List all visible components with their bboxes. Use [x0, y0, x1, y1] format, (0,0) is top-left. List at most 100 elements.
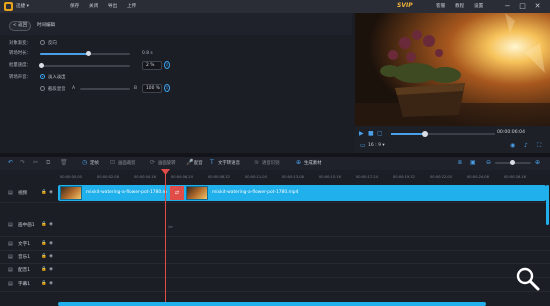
- menu-export[interactable]: 导出: [108, 3, 117, 9]
- zoom-in-icon[interactable]: ⊕: [535, 159, 540, 166]
- toolbar-speech-recognition[interactable]: 语音识别: [262, 160, 280, 166]
- brand-menu[interactable]: 迅捷 ▾: [16, 3, 29, 9]
- snap-icon[interactable]: ⧈: [458, 159, 462, 167]
- svip-badge[interactable]: SVIP: [397, 2, 413, 9]
- lock-icon[interactable]: 🔒: [41, 222, 47, 227]
- mic-icon[interactable]: 🎤: [186, 159, 193, 166]
- speed-slider[interactable]: [40, 65, 130, 67]
- clip-thumbnail[interactable]: [60, 186, 82, 200]
- stop-icon[interactable]: ■: [368, 130, 374, 137]
- playhead[interactable]: [165, 170, 166, 306]
- toolbar-tts[interactable]: 文字转语音: [218, 160, 240, 166]
- track-divider: [0, 236, 550, 237]
- volume-icon[interactable]: ♪: [524, 142, 528, 149]
- toolbar-voiceover[interactable]: 配音: [194, 160, 203, 166]
- lock-icon[interactable]: 🔒: [41, 254, 47, 259]
- track-divider: [0, 263, 550, 264]
- monitor-icon[interactable]: ▭: [360, 142, 366, 149]
- app-logo-icon: [4, 2, 13, 11]
- crossfade-stepper-icon[interactable]: ⇕: [164, 84, 170, 92]
- menu-close[interactable]: 关闭: [89, 3, 98, 9]
- lock-icon[interactable]: 🔒: [41, 241, 47, 246]
- back-button[interactable]: < 返回: [9, 21, 31, 31]
- preview-frame: [355, 13, 550, 126]
- subtitle-track-icon: ▤: [8, 281, 13, 287]
- speed-stepper-icon[interactable]: ⇕: [164, 61, 170, 69]
- vertical-scrollbar[interactable]: [546, 185, 549, 225]
- fit-icon[interactable]: ▣: [470, 159, 476, 166]
- toolbar-freeze[interactable]: 定帧: [90, 160, 99, 166]
- crossfade-option-label: 截段混音: [48, 87, 66, 92]
- copy-icon[interactable]: ⧉: [46, 159, 50, 167]
- ruler-tick-label: 00:00:02.08: [97, 175, 119, 179]
- eye-icon[interactable]: ◉: [49, 190, 53, 195]
- delete-icon[interactable]: 🗑: [60, 159, 68, 166]
- ruler-tick-label: 00:00:08.32: [208, 175, 230, 179]
- ruler-tick-label: 00:00:24.08: [467, 175, 489, 179]
- freeze-icon[interactable]: ◷: [82, 159, 87, 166]
- menu-service[interactable]: 客服: [436, 3, 445, 9]
- menu-tutorial[interactable]: 教程: [455, 3, 464, 9]
- rotate-icon[interactable]: ⟳: [150, 159, 155, 166]
- zoom-out-icon[interactable]: ⊖: [486, 159, 491, 166]
- ruler-tick-label: 00:00:26.16: [504, 175, 526, 179]
- music-track-icon: ▤: [8, 253, 13, 260]
- menu-settings[interactable]: 设置: [474, 3, 483, 9]
- track-name: 配音1: [18, 268, 31, 273]
- lock-icon[interactable]: 🔒: [41, 281, 47, 286]
- track-name: 画中画1: [18, 223, 35, 228]
- eye-icon[interactable]: ◉: [49, 267, 53, 272]
- horizontal-scrollbar[interactable]: [58, 302, 486, 306]
- tts-icon[interactable]: T: [210, 159, 214, 166]
- clip-thumbnail[interactable]: [186, 186, 208, 200]
- redo-icon[interactable]: ↷: [20, 159, 25, 166]
- magnifier-icon[interactable]: [514, 265, 542, 293]
- crossfade-radio[interactable]: [40, 86, 45, 91]
- ruler-tick-label: 00:00:11.00: [245, 175, 267, 179]
- fade-radio[interactable]: [40, 74, 45, 79]
- eye-icon[interactable]: ◉: [49, 281, 53, 286]
- eye-icon[interactable]: ◉: [49, 222, 53, 227]
- clip-label[interactable]: mixkit-watering-a-flower-pot-1780.m: [86, 190, 167, 195]
- reverse-option-label: 反向: [48, 41, 57, 46]
- fullscreen-icon[interactable]: ⛶: [537, 142, 541, 150]
- crop-icon[interactable]: ⊡: [110, 159, 115, 166]
- voice-track-icon: ▤: [8, 267, 13, 273]
- maximize-icon[interactable]: □: [518, 2, 527, 11]
- play-icon[interactable]: ▶: [359, 130, 364, 137]
- eye-icon[interactable]: ◉: [49, 254, 53, 259]
- close-icon[interactable]: ✕: [533, 2, 542, 11]
- track-divider: [0, 250, 550, 251]
- generate-icon[interactable]: ⊕: [296, 159, 301, 166]
- camera-icon[interactable]: ◉: [510, 142, 515, 149]
- crossfade-input[interactable]: 100 %: [142, 84, 162, 93]
- toolbar-crop[interactable]: 画面裁剪: [118, 160, 136, 166]
- cut-icon[interactable]: ✂: [33, 159, 38, 166]
- menu-save[interactable]: 保存: [70, 3, 79, 9]
- aspect-ratio-select[interactable]: 16 : 9 ▾: [368, 143, 385, 148]
- speech-recognition-icon[interactable]: ≋: [254, 159, 259, 166]
- minimize-icon[interactable]: −: [503, 2, 512, 11]
- reverse-checkbox[interactable]: [40, 40, 45, 45]
- menu-upload[interactable]: 上传: [127, 3, 136, 9]
- transition-icon[interactable]: ⇄: [170, 186, 184, 200]
- clip-label[interactable]: mixkit-watering-a-flower-pot-1780.mp4: [212, 190, 298, 195]
- video-preview[interactable]: [355, 13, 550, 126]
- speed-input[interactable]: 2 %: [142, 61, 162, 70]
- player-progress-fill: [391, 133, 426, 135]
- lock-icon[interactable]: 🔒: [41, 190, 47, 195]
- undo-icon[interactable]: ↶: [8, 159, 13, 166]
- toolbar-rotate[interactable]: 画面旋转: [158, 160, 176, 166]
- frame-icon[interactable]: ▢: [377, 130, 383, 137]
- timeline-zoom-knob[interactable]: [510, 160, 515, 165]
- range-a-label: A: [72, 86, 76, 91]
- tab-time-edit[interactable]: 时间编辑: [37, 21, 55, 31]
- lock-icon[interactable]: 🔒: [41, 267, 47, 272]
- speed-label: 批量速度：: [9, 63, 31, 68]
- eye-icon[interactable]: ◉: [49, 241, 53, 246]
- ruler-tick-label: 00:00:19.32: [393, 175, 415, 179]
- crossfade-slider[interactable]: [80, 88, 130, 90]
- ruler-tick-label: 00:00:00.00: [60, 175, 82, 179]
- reverse-label: 对象渐变：: [9, 41, 31, 46]
- toolbar-generate[interactable]: 生成素材: [304, 160, 322, 166]
